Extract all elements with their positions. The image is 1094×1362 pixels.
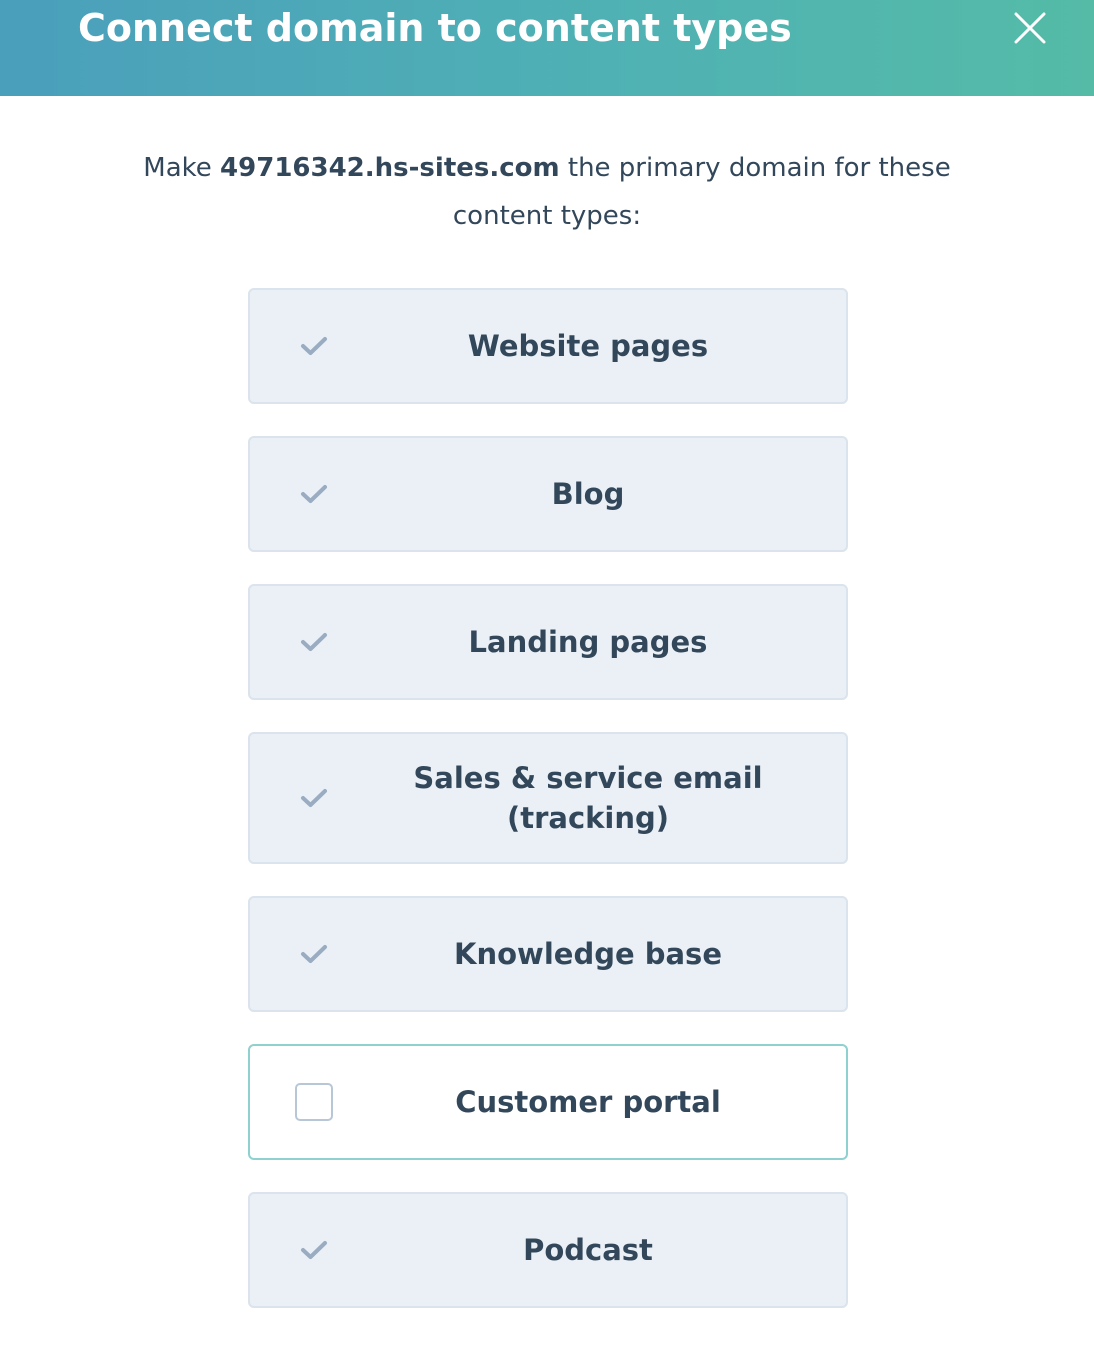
option-website-pages[interactable]: Website pages xyxy=(248,288,848,404)
option-knowledge-base[interactable]: Knowledge base xyxy=(248,896,848,1012)
content-type-options: Website pages Blog Landing pages Sales &… xyxy=(248,288,848,1308)
checkmark-icon xyxy=(294,934,334,974)
checkmark-icon xyxy=(294,474,334,514)
checkmark-icon xyxy=(294,326,334,366)
option-label: Website pages xyxy=(467,329,709,363)
option-podcast[interactable]: Podcast xyxy=(248,1192,848,1308)
intro-prefix: Make xyxy=(143,153,221,183)
intro-text: Make 49716342.hs-sites.com the primary d… xyxy=(90,144,1004,240)
domain-name: 49716342.hs-sites.com xyxy=(220,153,560,183)
connect-domain-modal: Connect domain to content types Make 497… xyxy=(0,0,1094,1362)
checkmark-icon xyxy=(294,622,334,662)
option-label: Podcast xyxy=(523,1233,653,1267)
checkbox-empty-icon xyxy=(295,1083,333,1121)
option-label: Knowledge base xyxy=(454,937,722,971)
checkmark-icon xyxy=(294,1230,334,1270)
option-label: Blog xyxy=(551,477,625,511)
checkbox[interactable] xyxy=(294,1082,334,1122)
close-icon xyxy=(1014,12,1046,44)
modal-title: Connect domain to content types xyxy=(78,6,792,50)
checkmark-icon xyxy=(294,778,334,818)
option-blog[interactable]: Blog xyxy=(248,436,848,552)
option-customer-portal[interactable]: Customer portal xyxy=(248,1044,848,1160)
modal-header: Connect domain to content types xyxy=(0,0,1094,96)
option-sales-service-email[interactable]: Sales & service email (tracking) xyxy=(248,732,848,864)
close-button[interactable] xyxy=(1004,2,1056,54)
option-landing-pages[interactable]: Landing pages xyxy=(248,584,848,700)
option-label: Landing pages xyxy=(468,625,708,659)
option-label: Sales & service email (tracking) xyxy=(413,761,763,835)
option-label: Customer portal xyxy=(455,1085,721,1119)
